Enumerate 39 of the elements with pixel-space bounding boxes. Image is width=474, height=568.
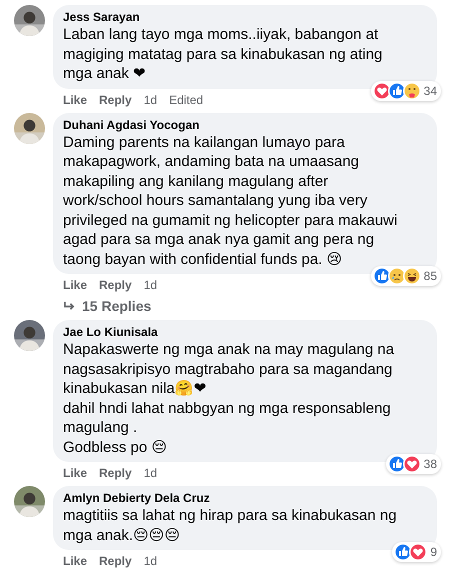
comment-text: magtitiis sa lahat ng hirap para sa kinabukasan ng mga anak.😔😔😔 (63, 506, 398, 545)
view-replies-link[interactable]: 15 Replies (53, 295, 437, 317)
timestamp[interactable]: 1d (144, 554, 158, 568)
reaction-count: 9 (430, 545, 437, 559)
author-name[interactable]: Duhani Agdasi Yocogan (63, 116, 407, 132)
timestamp[interactable]: 1d (144, 466, 158, 483)
reaction-summary[interactable]: 9 (392, 542, 441, 562)
crying-face-icon (388, 267, 406, 285)
comment-text: dahil hndi lahat nabbgyan ng mga responsableng magulang . (63, 398, 392, 438)
comment-text: Daming parents na kailangan lumayo para makapagwork, andaming bata na umaasang makapiling ang kanilang magulang after work/school hours samantalang yung iba very privileged na gumamit ng helicopter para makauwi agad para sa mga anak nya gamit ang pera ng taong bayan with confidential funds pa. 😢 (63, 132, 398, 269)
reaction-count: 34 (424, 84, 437, 98)
laughing-face-icon (402, 267, 421, 285)
action-link[interactable]: Like (63, 278, 88, 295)
thumbs-up-icon (394, 543, 412, 561)
edited-label: Edited (169, 92, 204, 108)
action-link[interactable]: Like (63, 466, 88, 483)
comment-text: Laban lang tayo mga moms..iiyak, babangon at magiging matatag para sa kinabukasan ng ating mga anak ❤ (63, 25, 384, 84)
thumbs-up-icon (388, 82, 406, 100)
action-link[interactable]: Reply (99, 92, 132, 110)
action-link[interactable]: Reply (99, 554, 132, 568)
author-name[interactable]: Jess Sarayan (63, 9, 407, 25)
comment-text: Godbless po 😔 (63, 438, 168, 457)
author-name[interactable]: Amlyn Debierty Dela Cruz (63, 490, 407, 506)
thumbs-up-icon (388, 455, 406, 473)
action-link[interactable]: Like (63, 554, 88, 568)
reaction-summary[interactable]: 34 (370, 80, 441, 100)
reply-arrow-icon (63, 300, 76, 312)
thumbs-up-icon (372, 267, 391, 285)
reaction-count: 38 (424, 457, 437, 471)
action-link[interactable]: Reply (99, 466, 132, 483)
author-name[interactable]: Jae Lo Kiunisala (63, 324, 407, 340)
reaction-summary[interactable]: 38 (386, 454, 441, 474)
action-link[interactable]: Reply (99, 278, 132, 295)
reaction-summary[interactable]: 85 (370, 266, 441, 286)
timestamp[interactable]: 1d (144, 92, 158, 110)
reaction-count: 85 (424, 269, 437, 283)
timestamp[interactable]: 1d (144, 278, 158, 295)
action-link[interactable]: Like (63, 92, 88, 110)
hugging-face-icon (402, 82, 421, 100)
